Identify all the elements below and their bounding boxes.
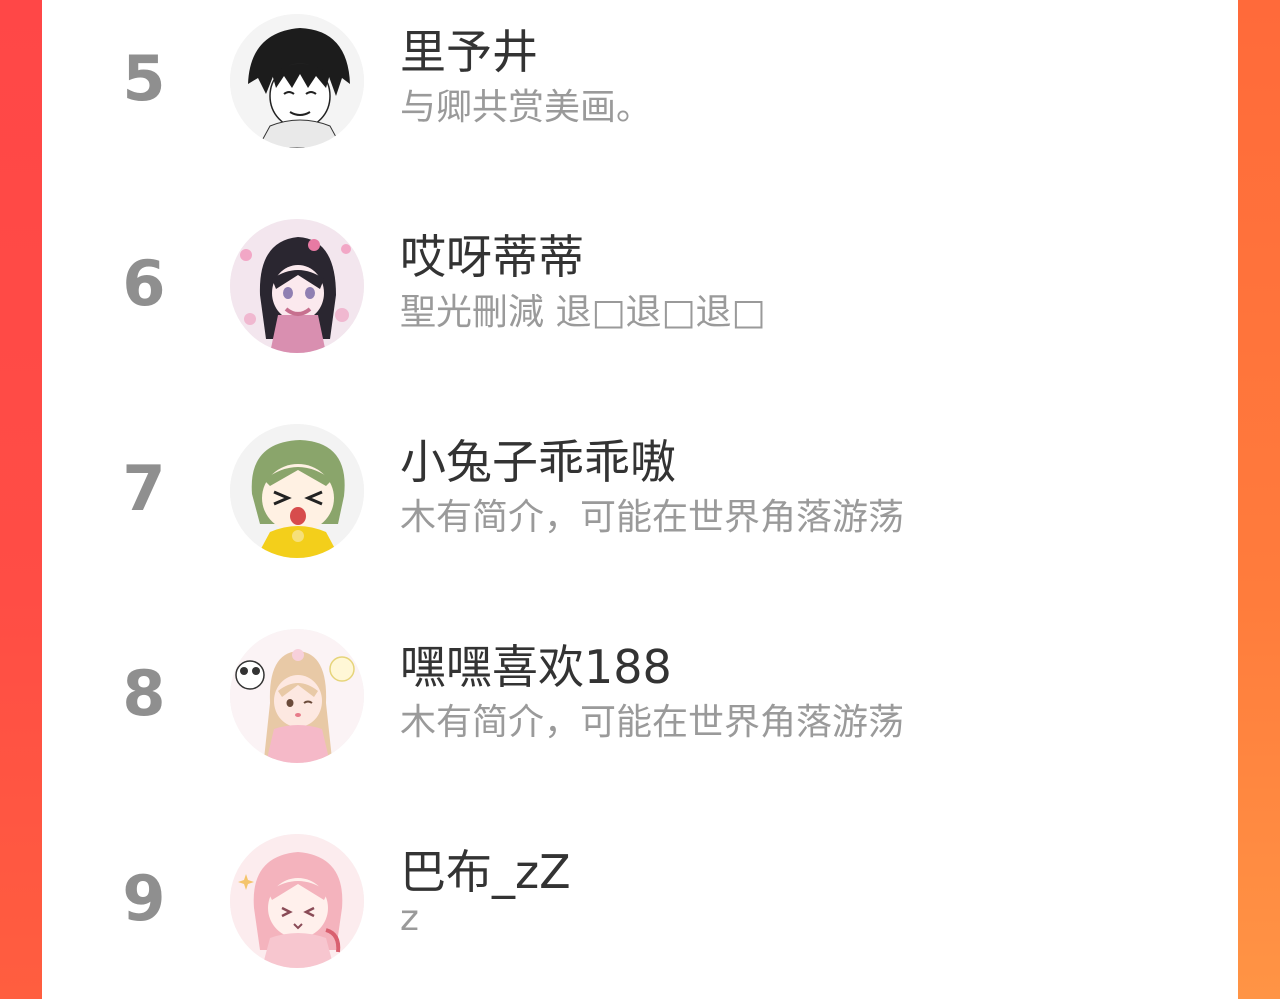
ranking-row[interactable]: 8 嘿嘿喜欢188 木有简介，可能在世界角落游荡: [42, 615, 1238, 805]
avatar-icon: [230, 834, 364, 968]
avatar-icon: [230, 219, 364, 353]
user-avatar[interactable]: [230, 219, 364, 353]
user-avatar[interactable]: [230, 14, 364, 148]
user-avatar[interactable]: [230, 629, 364, 763]
user-avatar[interactable]: [230, 834, 364, 968]
background-left-edge: [0, 0, 42, 999]
ranking-list: 5 里予井 与卿共赏美画。 6 哎呀蒂蒂 聖光刪減 退□退□退□ 7 小兔子乖乖…: [42, 0, 1238, 999]
user-name[interactable]: 嘿嘿喜欢188: [400, 631, 672, 697]
avatar-icon: [230, 14, 364, 148]
rank-number: 9: [122, 862, 166, 935]
user-bio: 木有简介，可能在世界角落游荡: [400, 497, 905, 538]
user-bio: 木有简介，可能在世界角落游荡: [400, 702, 905, 743]
rank-number: 7: [122, 452, 166, 525]
rank-number: 6: [122, 247, 166, 320]
user-name[interactable]: 哎呀蒂蒂: [400, 221, 584, 287]
user-bio: z: [400, 898, 419, 939]
user-name[interactable]: 小兔子乖乖嗷: [400, 426, 676, 492]
rank-number: 5: [122, 42, 166, 115]
background-right-edge: [1238, 0, 1280, 999]
user-name[interactable]: 巴布_zZ: [400, 836, 571, 902]
ranking-row[interactable]: 6 哎呀蒂蒂 聖光刪減 退□退□退□: [42, 205, 1238, 395]
user-bio: 聖光刪減 退□退□退□: [400, 292, 766, 333]
ranking-row[interactable]: 7 小兔子乖乖嗷 木有简介，可能在世界角落游荡: [42, 410, 1238, 600]
user-name[interactable]: 里予井: [400, 16, 538, 82]
avatar-icon: [230, 424, 364, 558]
user-bio: 与卿共赏美画。: [400, 87, 653, 128]
ranking-row[interactable]: 5 里予井 与卿共赏美画。: [42, 0, 1238, 190]
user-avatar[interactable]: [230, 424, 364, 558]
ranking-row[interactable]: 9 巴布_zZ z: [42, 820, 1238, 999]
avatar-icon: [230, 629, 364, 763]
rank-number: 8: [122, 657, 166, 730]
